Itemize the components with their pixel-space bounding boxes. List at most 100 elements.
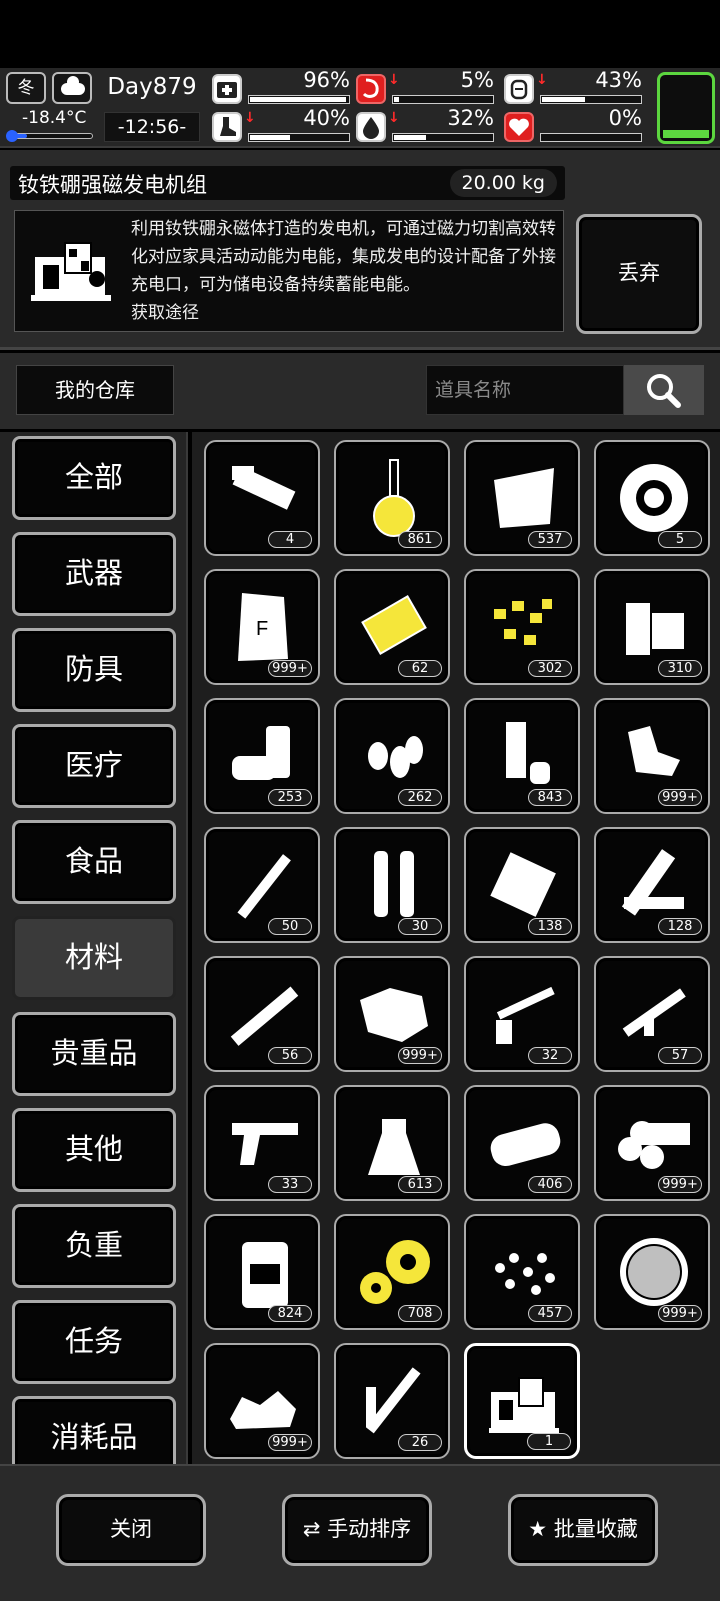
item-count-badge: 30 <box>398 918 442 935</box>
inventory-slot[interactable]: 999+ <box>594 1214 710 1330</box>
inventory-grid[interactable]: 4 861 537 5 F 999+ 62 302 310 253 262 843 999+ 50 30 13… <box>192 432 720 1464</box>
inventory-slot[interactable]: 62 <box>334 569 450 685</box>
my-warehouse-tab[interactable]: 我的仓库 <box>16 365 174 415</box>
hunger-stat: ↓ 5% <box>356 68 496 106</box>
health-bar <box>248 95 350 104</box>
search-input[interactable]: 道具名称 <box>426 365 624 415</box>
favorite-label: 批量收藏 <box>553 1517 638 1541</box>
search-button[interactable] <box>624 365 704 415</box>
inventory-slot[interactable]: 999+ <box>334 956 450 1072</box>
cylinders-icon <box>374 851 414 917</box>
flask-icon <box>373 459 415 537</box>
beaker-icon <box>368 1119 420 1175</box>
mood-stat: 0% <box>504 106 644 144</box>
temperature-label: -18.4°C <box>22 108 87 128</box>
inventory-slot[interactable]: 406 <box>464 1085 580 1201</box>
inventory-slot[interactable]: 128 <box>594 827 710 943</box>
rifle-parts-icon <box>496 986 555 1044</box>
category-tab[interactable]: 全部 <box>12 436 176 520</box>
inventory-slot[interactable]: 262 <box>334 698 450 814</box>
inventory-slot[interactable]: 310 <box>594 569 710 685</box>
item-count-badge: 253 <box>268 789 312 806</box>
item-count-badge: 57 <box>658 1047 702 1064</box>
item-name-bar: 钕铁硼强磁发电机组 20.00 kg <box>10 166 565 200</box>
inventory-slot[interactable]: 57 <box>594 956 710 1072</box>
inventory-slot[interactable]: 999+ <box>594 1085 710 1201</box>
inventory-slot[interactable]: 30 <box>334 827 450 943</box>
battery-indicator[interactable] <box>657 72 715 144</box>
stomach-icon <box>356 74 386 104</box>
mesh-disc-icon <box>620 1238 688 1306</box>
inventory-slot[interactable]: 999+ <box>594 698 710 814</box>
category-tab[interactable]: 武器 <box>12 532 176 616</box>
inventory-slot[interactable]: 33 <box>204 1085 320 1201</box>
inventory-slot[interactable]: 999+ <box>204 1343 320 1459</box>
soldering-iron-icon <box>365 1367 421 1434</box>
item-description-text: 利用钕铁硼永磁体打造的发电机，可通过磁力切割高效转化对应家具活动动能为电能，集成… <box>131 219 556 295</box>
inventory-slot[interactable]: 1 <box>464 1343 580 1459</box>
mood-bar <box>540 133 642 142</box>
inventory-slot[interactable]: 138 <box>464 827 580 943</box>
inventory-slot[interactable]: 32 <box>464 956 580 1072</box>
inventory-slot[interactable]: 50 <box>204 827 320 943</box>
item-weight: 20.00 kg <box>449 169 557 197</box>
search-icon <box>647 374 681 408</box>
bullets-icon <box>368 736 423 778</box>
category-tab[interactable]: 贵重品 <box>12 1012 176 1096</box>
item-count-badge: 708 <box>398 1305 442 1322</box>
category-tab[interactable]: 消耗品 <box>12 1396 176 1464</box>
item-count-badge: 56 <box>268 1047 312 1064</box>
pipe-pieces-icon <box>506 722 550 784</box>
boot-icon <box>212 112 242 142</box>
stamina-stat: ↓ 40% <box>212 106 352 144</box>
load-bar <box>540 95 642 104</box>
inventory-slot[interactable]: 708 <box>334 1214 450 1330</box>
category-tab[interactable]: 负重 <box>12 1204 176 1288</box>
thermometer-bar <box>6 130 93 142</box>
discard-button[interactable]: 丢弃 <box>576 214 702 334</box>
season-label: 冬 <box>17 78 35 98</box>
svg-text:F: F <box>256 618 268 640</box>
category-tab[interactable]: 防具 <box>12 628 176 712</box>
hunger-value: 5% <box>460 68 494 92</box>
inventory-slot[interactable]: 457 <box>464 1214 580 1330</box>
item-count-badge: 50 <box>268 918 312 935</box>
category-tab[interactable]: 任务 <box>12 1300 176 1384</box>
logs-stack-icon <box>618 1121 690 1169</box>
category-tab[interactable]: 其他 <box>12 1108 176 1192</box>
gravel-icon <box>230 1391 296 1429</box>
inventory-slot[interactable]: 26 <box>334 1343 450 1459</box>
inventory-slot[interactable]: 302 <box>464 569 580 685</box>
gold-nuggets-icon <box>494 599 552 645</box>
inventory-slot[interactable]: 843 <box>464 698 580 814</box>
item-description: 利用钕铁硼永磁体打造的发电机，可通过磁力切割高效转化对应家具活动动能为电能，集成… <box>131 215 557 327</box>
inventory-slot[interactable]: 537 <box>464 440 580 556</box>
load-down-arrow-icon: ↓ <box>536 72 548 88</box>
inventory-slot[interactable]: 253 <box>204 698 320 814</box>
backpack-icon <box>504 74 534 104</box>
item-count-badge: 4 <box>268 531 312 548</box>
inventory-slot[interactable]: F 999+ <box>204 569 320 685</box>
planks-icon <box>621 849 684 916</box>
fertilizer-bag-icon: F <box>238 593 288 661</box>
batch-favorite-button[interactable]: ★ 批量收藏 <box>508 1494 658 1566</box>
inventory-slot[interactable]: 5 <box>594 440 710 556</box>
inventory-slot[interactable]: 824 <box>204 1214 320 1330</box>
inventory-slot[interactable]: 613 <box>334 1085 450 1201</box>
manual-sort-button[interactable]: ⇄ 手动排序 <box>282 1494 432 1566</box>
category-tab[interactable]: 材料 <box>12 916 176 1000</box>
thirst-value: 32% <box>447 106 494 130</box>
inventory-slot[interactable]: 861 <box>334 440 450 556</box>
inventory-slot[interactable]: 4 <box>204 440 320 556</box>
category-tab[interactable]: 食品 <box>12 820 176 904</box>
jerrycan-icon <box>242 1242 288 1308</box>
category-tab[interactable]: 医疗 <box>12 724 176 808</box>
close-label: 关闭 <box>110 1517 152 1541</box>
inventory-slot[interactable]: 56 <box>204 956 320 1072</box>
close-button[interactable]: 关闭 <box>56 1494 206 1566</box>
item-description-more: 获取途径 <box>131 303 199 323</box>
category-sidebar[interactable]: 全部武器防具医疗食品材料贵重品其他负重任务消耗品 <box>0 432 188 1464</box>
tire-icon <box>620 464 688 532</box>
item-count-badge: 457 <box>528 1305 572 1322</box>
system-status-bar <box>0 0 720 68</box>
